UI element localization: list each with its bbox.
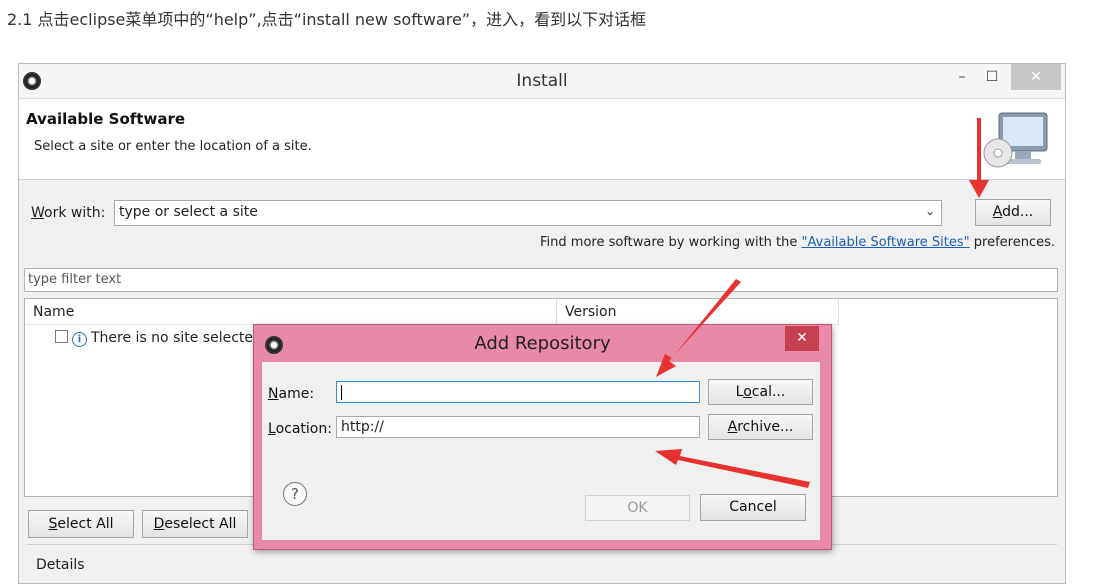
deselect-all-button[interactable]: Deselect All bbox=[142, 510, 248, 538]
minimize-button[interactable]: – bbox=[949, 64, 975, 90]
table-row[interactable]: i There is no site selected. bbox=[55, 330, 266, 347]
title-bar: Install – ☐ ✕ bbox=[19, 64, 1065, 99]
close-button[interactable]: ✕ bbox=[1011, 64, 1061, 90]
dialog-body: Name: Local... Location: http:// Archive… bbox=[262, 362, 820, 540]
column-header-name[interactable]: Name bbox=[25, 299, 557, 325]
filter-input[interactable]: type filter text bbox=[24, 268, 1058, 292]
filter-placeholder: type filter text bbox=[28, 272, 122, 287]
install-wizard-icon bbox=[983, 112, 1048, 168]
ok-button[interactable]: OK bbox=[585, 495, 690, 521]
work-with-label: Work with: bbox=[31, 205, 106, 221]
location-label: Location: bbox=[268, 421, 332, 437]
column-header-version[interactable]: Version bbox=[557, 299, 839, 325]
maximize-button[interactable]: ☐ bbox=[979, 64, 1005, 90]
row-checkbox[interactable] bbox=[55, 330, 68, 343]
archive-button[interactable]: Archive... bbox=[708, 414, 813, 440]
add-button[interactable]: Add... bbox=[975, 199, 1051, 226]
name-label: Name: bbox=[268, 386, 315, 402]
chevron-down-icon[interactable]: ⌄ bbox=[925, 204, 935, 218]
find-more-text: Find more software by working with the "… bbox=[540, 235, 1055, 250]
dialog-close-button[interactable]: ✕ bbox=[785, 326, 819, 351]
window-title: Install bbox=[516, 71, 568, 91]
cancel-button[interactable]: Cancel bbox=[700, 494, 806, 521]
work-with-combo[interactable]: type or select a site ⌄ bbox=[114, 200, 942, 226]
dialog-title: Add Repository bbox=[474, 333, 611, 354]
select-all-button[interactable]: Select All bbox=[28, 510, 134, 538]
info-icon: i bbox=[72, 332, 87, 347]
work-with-value: type or select a site bbox=[119, 204, 258, 220]
details-group-label: Details bbox=[36, 557, 85, 573]
available-software-sites-link[interactable]: "Available Software Sites" bbox=[802, 235, 970, 250]
add-repository-dialog: Add Repository ✕ Name: Local... Location… bbox=[253, 324, 832, 550]
text-caret bbox=[341, 385, 342, 400]
help-icon[interactable]: ? bbox=[283, 482, 307, 506]
instruction-caption: 2.1 点击eclipse菜单项中的“help”,点击“install new … bbox=[7, 10, 647, 29]
name-field[interactable] bbox=[336, 381, 700, 403]
local-button[interactable]: Local... bbox=[708, 379, 813, 405]
banner-subtitle: Select a site or enter the location of a… bbox=[34, 139, 312, 154]
header-banner: Available Software Select a site or ente… bbox=[19, 99, 1065, 180]
location-field[interactable]: http:// bbox=[336, 416, 700, 438]
row-name: There is no site selected. bbox=[91, 330, 267, 346]
banner-heading: Available Software bbox=[26, 110, 186, 128]
